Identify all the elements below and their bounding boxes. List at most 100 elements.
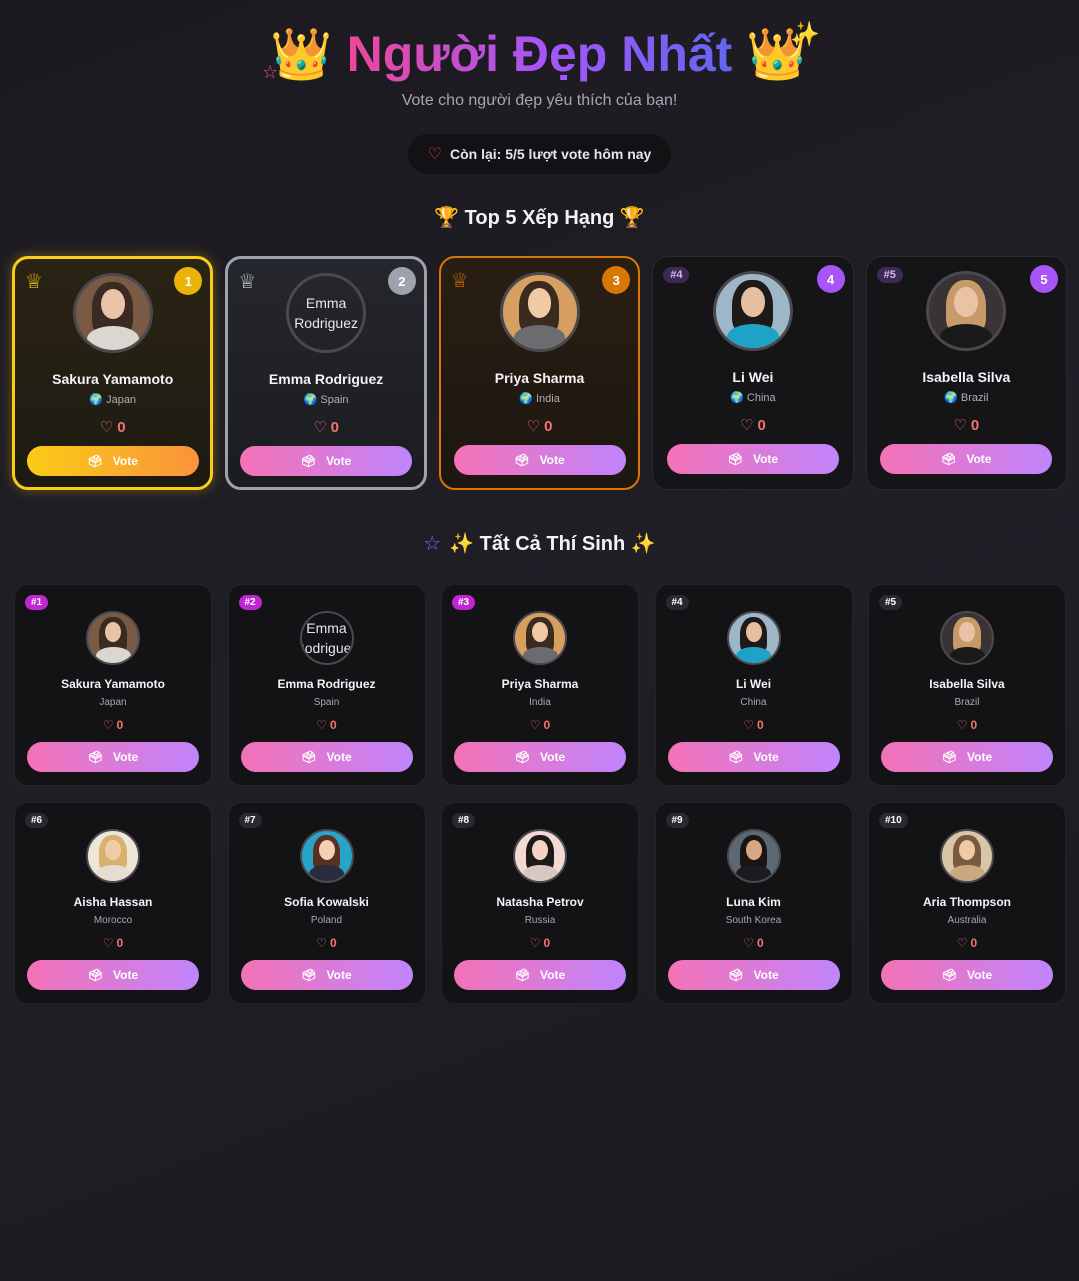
rank-tag: #5 bbox=[879, 595, 903, 610]
avatar bbox=[712, 271, 793, 351]
page-subtitle: Vote cho người đẹp yêu thích của bạn! bbox=[401, 92, 678, 109]
remaining-votes-text: Còn lại: 5/5 lượt vote hôm nay bbox=[449, 146, 652, 162]
vote-count: ♡ 0 bbox=[103, 936, 123, 950]
heart-icon: ♡ bbox=[316, 718, 328, 732]
contestant-name: Priya Sharma bbox=[501, 677, 579, 691]
ballot-icon: 🗳 bbox=[87, 454, 103, 468]
ballot-icon: 🗳 bbox=[87, 968, 104, 982]
contestant-name: Aisha Hassan bbox=[73, 895, 153, 909]
vote-button-label: Vote bbox=[113, 750, 139, 764]
vote-count: ♡ 0 bbox=[100, 418, 126, 437]
rank-tag: #1 bbox=[25, 595, 49, 610]
vote-button-label: Vote bbox=[752, 452, 779, 466]
vote-button-label: Vote bbox=[539, 453, 565, 467]
star-icon: ☆ bbox=[262, 62, 279, 82]
rank-tag: #8 bbox=[452, 813, 476, 828]
all-heading: ☆ ✨ Tất Cả Thí Sinh ✨ bbox=[0, 528, 1079, 558]
heart-icon: ♡ bbox=[953, 417, 967, 434]
contestant-name: Isabella Silva bbox=[929, 677, 1005, 691]
contestant-card: #6 Aisha Hassan Morocco ♡ 0 🗳 Vote bbox=[14, 802, 212, 1004]
crown-icon: ♕ bbox=[25, 271, 43, 293]
avatar bbox=[513, 611, 567, 665]
vote-button-label: Vote bbox=[326, 750, 352, 764]
heart-icon: ♡ bbox=[956, 936, 968, 950]
vote-button[interactable]: 🗳 Vote bbox=[26, 446, 199, 476]
vote-count-value: 0 bbox=[544, 417, 553, 435]
heart-icon: ♡ bbox=[743, 936, 755, 950]
vote-button-label: Vote bbox=[113, 968, 139, 982]
avatar bbox=[726, 611, 781, 665]
rank-tag: #9 bbox=[665, 813, 689, 828]
rank-tag: #2 bbox=[238, 595, 262, 610]
vote-button[interactable]: 🗳 Vote bbox=[667, 742, 840, 772]
contestant-card: #1 Sakura Yamamoto Japan ♡ 0 🗳 Vote bbox=[14, 584, 212, 786]
vote-button[interactable]: 🗳 Vote bbox=[453, 445, 626, 475]
rank-badge: 4 bbox=[816, 265, 845, 293]
avatar bbox=[499, 272, 580, 352]
star-icon: ☆ bbox=[423, 532, 442, 555]
vote-button[interactable]: 🗳 Vote bbox=[454, 960, 626, 990]
rank-tag: #3 bbox=[452, 595, 476, 610]
avatar bbox=[72, 273, 153, 353]
contestant-name: Luna Kim bbox=[726, 895, 781, 909]
crown-icon: ♕ bbox=[450, 270, 469, 292]
vote-button[interactable]: 🗳 Vote bbox=[454, 742, 626, 772]
vote-count: ♡ 0 bbox=[526, 417, 553, 436]
ballot-icon: 🗳 bbox=[728, 750, 744, 764]
contestant-country: 🌍 Brazil bbox=[944, 392, 989, 404]
vote-count: ♡ 0 bbox=[740, 416, 766, 435]
vote-count-value: 0 bbox=[970, 936, 978, 950]
vote-button[interactable]: 🗳 Vote bbox=[881, 960, 1053, 990]
vote-button-label: Vote bbox=[966, 452, 992, 466]
vote-count-value: 0 bbox=[970, 718, 978, 732]
vote-button-label: Vote bbox=[326, 454, 352, 468]
contestant-name: Priya Sharma bbox=[494, 370, 585, 386]
contestant-card: #8 Natasha Petrov Russia ♡ 0 🗳 Vote bbox=[441, 802, 639, 1004]
avatar bbox=[86, 829, 140, 883]
top5-heading: 🏆 Top 5 Xếp Hạng 🏆 bbox=[0, 202, 1079, 232]
vote-button[interactable]: 🗳 Vote bbox=[667, 960, 840, 990]
vote-count: ♡ 0 bbox=[530, 718, 550, 732]
vote-count-value: 0 bbox=[116, 936, 124, 950]
ballot-icon: 🗳 bbox=[941, 750, 958, 764]
rank-badge: 3 bbox=[602, 266, 631, 294]
ballot-icon: 🗳 bbox=[514, 750, 531, 764]
contestant-card: #4 Li Wei China ♡ 0 🗳 Vote bbox=[654, 584, 853, 786]
page-title: Người Đẹp Nhất bbox=[346, 26, 733, 82]
vote-button[interactable]: 🗳 Vote bbox=[881, 742, 1053, 772]
vote-count-value: 0 bbox=[757, 416, 766, 434]
vote-button[interactable]: 🗳 Vote bbox=[240, 960, 413, 990]
contestant-country: China bbox=[740, 697, 767, 708]
rank-tag: #4 bbox=[663, 267, 690, 283]
vote-button-label: Vote bbox=[540, 750, 566, 764]
contestant-country: Russia bbox=[524, 915, 556, 926]
title-row: 👑 Người Đẹp Nhất 👑 bbox=[0, 24, 1079, 84]
vote-count-value: 0 bbox=[757, 718, 764, 732]
vote-button[interactable]: 🗳 Vote bbox=[240, 446, 413, 476]
ballot-icon: 🗳 bbox=[514, 453, 530, 467]
vote-button[interactable]: 🗳 Vote bbox=[880, 444, 1053, 474]
vote-button[interactable]: 🗳 Vote bbox=[27, 960, 199, 990]
all-heading-text: ✨ Tất Cả Thí Sinh ✨ bbox=[449, 532, 656, 555]
vote-button[interactable]: 🗳 Vote bbox=[666, 444, 839, 474]
heart-icon: ♡ bbox=[956, 718, 968, 732]
contestant-country: Poland bbox=[310, 915, 343, 926]
vote-count-value: 0 bbox=[116, 718, 124, 732]
contestant-country: Spain bbox=[313, 697, 340, 708]
top5-card: ♕ 3 Priya Sharma 🌍 India ♡ 0 🗳 Vote bbox=[438, 256, 641, 490]
top5-card: #4 4 Li Wei 🌍 China ♡ 0 🗳 Vote bbox=[652, 256, 854, 490]
contestant-country: 🌍 Spain bbox=[303, 394, 349, 406]
heart-icon: ♡ bbox=[526, 418, 541, 435]
top5-row: ♕ 1 Sakura Yamamoto 🌍 Japan ♡ 0 🗳 Vote ♕ 2 Emma Ro… bbox=[12, 256, 1067, 490]
avatar bbox=[86, 611, 140, 665]
contestant-name: Sakura Yamamoto bbox=[61, 677, 165, 691]
heart-icon: ♡ bbox=[102, 718, 114, 732]
ballot-icon: 🗳 bbox=[941, 968, 958, 982]
vote-button[interactable]: 🗳 Vote bbox=[27, 742, 199, 772]
avatar: Emma Rodriguez bbox=[299, 611, 354, 665]
vote-button[interactable]: 🗳 Vote bbox=[240, 742, 413, 772]
contestant-country: India bbox=[529, 697, 551, 708]
top5-card: ♕ 2 Emma Rodriguez Emma Rodriguez 🌍 Spain ♡ 0 🗳… bbox=[225, 256, 427, 490]
vote-count-value: 0 bbox=[330, 936, 337, 950]
vote-button-label: Vote bbox=[967, 750, 993, 764]
